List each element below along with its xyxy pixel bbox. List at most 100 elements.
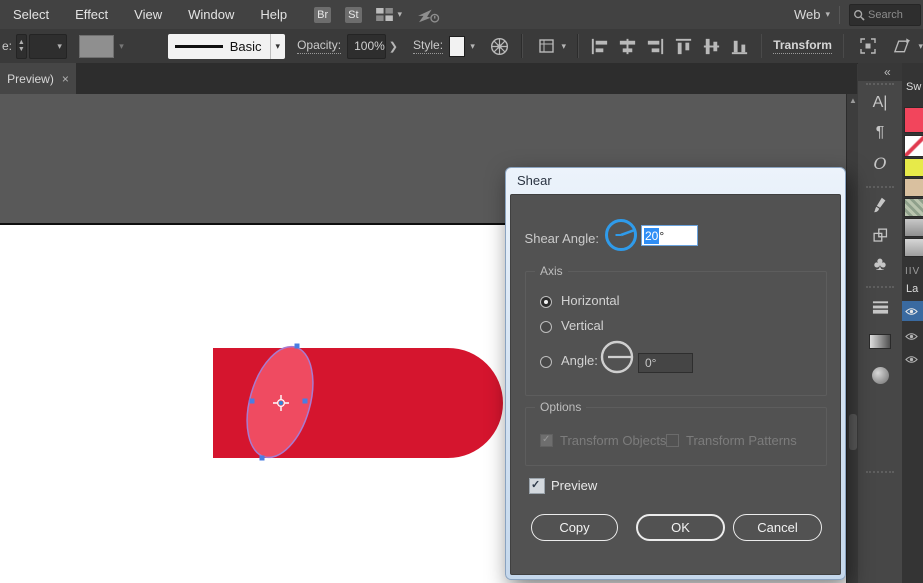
dialog-title[interactable]: Shear — [506, 168, 845, 193]
align-center-icon[interactable] — [617, 36, 638, 57]
brush-definition-dropdown[interactable]: Basic ▾ — [167, 33, 286, 59]
symbols-panel-icon[interactable]: ♣ — [858, 253, 902, 277]
layer-row-selected[interactable] — [902, 301, 923, 321]
gradient-panel-icon[interactable] — [858, 329, 902, 353]
radio-vertical-label[interactable]: Vertical — [561, 318, 604, 333]
axis-angle-input[interactable]: 0° — [638, 353, 693, 373]
shear-angle-input[interactable]: 20 ° — [641, 225, 698, 246]
radio-horizontal-label[interactable]: Horizontal — [561, 293, 620, 308]
swatch-gray-1[interactable] — [904, 218, 923, 237]
panel-group-grip[interactable] — [866, 286, 894, 288]
stroke-label: e: — [2, 39, 13, 53]
axis-angle-dial[interactable] — [598, 338, 636, 376]
cancel-button[interactable]: Cancel — [733, 514, 822, 541]
menu-select[interactable]: Select — [0, 7, 62, 22]
divider — [577, 34, 579, 58]
visibility-eye-icon[interactable] — [905, 307, 918, 316]
radio-angle-label[interactable]: Angle: — [561, 353, 598, 368]
scrollbar-thumb[interactable] — [849, 414, 857, 450]
divider — [520, 34, 523, 58]
chevron-down-icon: ▾ — [397, 9, 403, 19]
layer-row[interactable] — [902, 349, 923, 369]
bridge-button[interactable]: Br — [314, 6, 332, 23]
align-top-icon[interactable] — [673, 36, 694, 57]
swatch-tan[interactable] — [904, 178, 923, 197]
transform-link[interactable]: Transform — [773, 38, 832, 54]
stock-button[interactable]: St — [345, 6, 362, 23]
swatch-yellow-green[interactable] — [904, 158, 923, 177]
scale-tool-button[interactable] — [858, 36, 878, 56]
workspace-switcher[interactable]: Web ▾ — [794, 7, 830, 22]
dialog-body: Shear Angle: 20 ° Axis Horizontal Vertic… — [510, 194, 841, 575]
menu-help[interactable]: Help — [247, 7, 300, 22]
recolor-artwork-button[interactable] — [489, 36, 510, 57]
radio-angle[interactable] — [540, 356, 552, 368]
copy-button[interactable]: Copy — [531, 514, 618, 541]
search-input[interactable]: Search — [849, 3, 921, 26]
menu-window[interactable]: Window — [175, 7, 247, 22]
panel-icon-column: A| ¶ O ♣ — [858, 81, 903, 583]
style-swatch[interactable] — [449, 35, 466, 57]
panel-group-grip[interactable] — [866, 186, 894, 188]
opacity-input[interactable]: 100% — [347, 33, 386, 59]
swatch-none[interactable] — [904, 135, 923, 157]
arrange-documents-button[interactable]: ▾ — [375, 8, 403, 21]
menu-view[interactable]: View — [121, 7, 175, 22]
arrange-documents-icon — [375, 8, 393, 21]
variable-width-profile[interactable] — [78, 34, 115, 58]
close-icon[interactable]: × — [62, 72, 69, 86]
document-tab[interactable]: Preview) × — [0, 63, 76, 94]
shear-icon — [894, 38, 911, 53]
options-group-label: Options — [535, 400, 587, 414]
swatch-gray-2[interactable] — [904, 238, 923, 257]
menu-bar: Select Effect View Window Help Br St ▾ W… — [0, 0, 923, 29]
paragraph-panel-icon[interactable]: ¶ — [858, 121, 902, 145]
layer-row[interactable] — [902, 326, 923, 346]
ok-button[interactable]: OK — [636, 514, 725, 541]
opentype-panel-icon[interactable]: O — [858, 151, 902, 175]
align-right-icon[interactable] — [645, 36, 666, 57]
opacity-link[interactable]: Opacity: — [297, 38, 342, 54]
color-wheel-icon — [490, 37, 508, 55]
divider — [839, 5, 840, 24]
align-buttons — [589, 36, 750, 57]
workspace-label: Web — [793, 7, 821, 22]
chevron-down-icon: ▾ — [119, 40, 124, 51]
stroke-weight-dropdown[interactable]: ▾ — [28, 33, 67, 59]
style-link[interactable]: Style: — [413, 38, 444, 54]
selected-ellipse-object[interactable] — [210, 330, 390, 480]
brush-name: Basic — [229, 38, 262, 54]
axis-group: Axis Horizontal Vertical Angle: 0° — [525, 264, 827, 396]
share-button[interactable] — [416, 6, 440, 24]
document-setup-button[interactable]: ▾ — [537, 36, 566, 56]
visibility-eye-icon[interactable] — [905, 332, 918, 341]
radio-vertical[interactable] — [540, 321, 552, 333]
swatch-red[interactable] — [904, 107, 923, 133]
visibility-eye-icon[interactable] — [905, 355, 918, 364]
shear-angle-degree-suffix: ° — [659, 228, 665, 243]
shear-angle-dial[interactable] — [603, 217, 639, 253]
swatch-pattern[interactable] — [904, 198, 923, 217]
character-panel-icon[interactable]: A| — [858, 91, 902, 115]
opacity-stepper-arrow[interactable]: ❯ — [389, 40, 398, 53]
chevron-down-icon: ▾ — [470, 40, 475, 51]
align-middle-icon[interactable] — [701, 36, 722, 57]
panel-group-grip[interactable] — [866, 83, 894, 85]
brushes-panel-icon[interactable] — [858, 193, 902, 217]
chevron-down-icon: ▾ — [918, 40, 923, 51]
menu-effect[interactable]: Effect — [62, 7, 121, 22]
preview-checkbox[interactable] — [529, 478, 545, 494]
graphic-styles-panel-icon[interactable] — [858, 223, 902, 247]
align-left-icon[interactable] — [589, 36, 610, 57]
preview-label[interactable]: Preview — [551, 478, 597, 493]
stroke-weight-stepper[interactable]: ▲ ▼ — [16, 33, 27, 59]
panel-group-grip[interactable] — [866, 471, 894, 473]
search-placeholder: Search — [868, 8, 903, 21]
shear-tool-button[interactable]: ▾ — [892, 36, 923, 56]
collapse-panels-icon[interactable]: « — [884, 65, 891, 79]
radio-horizontal[interactable] — [540, 296, 552, 308]
illustrator-window: Select Effect View Window Help Br St ▾ W… — [0, 0, 923, 583]
transparency-panel-icon[interactable] — [858, 363, 902, 387]
align-bottom-icon[interactable] — [729, 36, 750, 57]
stroke-panel-icon[interactable] — [858, 295, 902, 319]
